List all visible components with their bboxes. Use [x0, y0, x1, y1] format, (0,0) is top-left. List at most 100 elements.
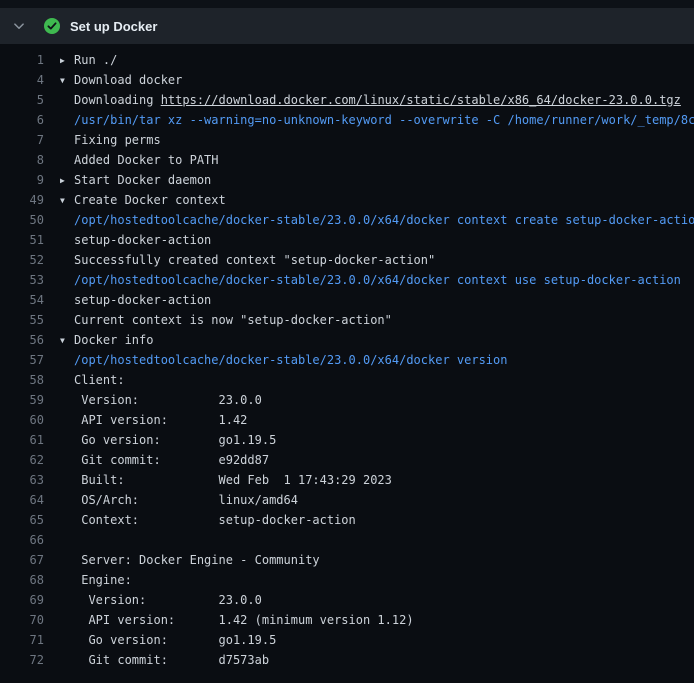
- log-line: 69 Version: 23.0.0: [0, 590, 694, 610]
- log-line: 71 Go version: go1.19.5: [0, 630, 694, 650]
- log-line-content: Current context is now "setup-docker-act…: [60, 310, 694, 330]
- log-text: Current context is now "setup-docker-act…: [74, 313, 392, 327]
- log-line: 66: [0, 530, 694, 550]
- line-number[interactable]: 60: [0, 410, 44, 430]
- triangle-right-icon[interactable]: ▶: [60, 51, 74, 70]
- line-number[interactable]: 50: [0, 210, 44, 230]
- log-text: setup-docker-action: [74, 233, 211, 247]
- log-text: Engine:: [74, 573, 132, 587]
- line-number[interactable]: 68: [0, 570, 44, 590]
- log-lines: 1▶Run ./4▼Download docker5Downloading ht…: [0, 50, 694, 670]
- log-text: Added Docker to PATH: [74, 153, 219, 167]
- log-line-content: setup-docker-action: [60, 290, 694, 310]
- triangle-right-icon[interactable]: ▶: [60, 171, 74, 190]
- line-number[interactable]: 5: [0, 90, 44, 110]
- chevron-down-icon[interactable]: [12, 19, 26, 33]
- line-number[interactable]: 67: [0, 550, 44, 570]
- log-line: 57/opt/hostedtoolcache/docker-stable/23.…: [0, 350, 694, 370]
- log-line-content: API version: 1.42: [60, 410, 694, 430]
- log-line: 50/opt/hostedtoolcache/docker-stable/23.…: [0, 210, 694, 230]
- step-header[interactable]: Set up Docker: [0, 8, 694, 44]
- line-number[interactable]: 61: [0, 430, 44, 450]
- log-text: Fixing perms: [74, 133, 161, 147]
- line-number[interactable]: 59: [0, 390, 44, 410]
- line-number[interactable]: 53: [0, 270, 44, 290]
- log-line: 72 Git commit: d7573ab: [0, 650, 694, 670]
- log-line-content: Version: 23.0.0: [60, 390, 694, 410]
- line-number[interactable]: 55: [0, 310, 44, 330]
- line-number[interactable]: 66: [0, 530, 44, 550]
- page-background-strip: [0, 0, 694, 8]
- log-line[interactable]: 1 ▶Run ./: [0, 50, 694, 70]
- line-number[interactable]: 7: [0, 130, 44, 150]
- line-number[interactable]: 71: [0, 630, 44, 650]
- line-number[interactable]: 1: [0, 50, 44, 70]
- log-line-content: Downloading https://download.docker.com/…: [60, 90, 694, 110]
- line-number[interactable]: 58: [0, 370, 44, 390]
- log-line: 64 OS/Arch: linux/amd64: [0, 490, 694, 510]
- line-number[interactable]: 57: [0, 350, 44, 370]
- log-line[interactable]: 9 ▶Start Docker daemon: [0, 170, 694, 190]
- log-text: Version: 23.0.0: [74, 593, 262, 607]
- log-text: API version: 1.42 (minimum version 1.12): [74, 613, 414, 627]
- line-number[interactable]: 4: [0, 70, 44, 90]
- line-number[interactable]: 6: [0, 110, 44, 130]
- log-line-content: Git commit: e92dd87: [60, 450, 694, 470]
- log-line-content: API version: 1.42 (minimum version 1.12): [60, 610, 694, 630]
- log-line-content: Go version: go1.19.5: [60, 630, 694, 650]
- log-text: Git commit: d7573ab: [74, 653, 269, 667]
- line-number[interactable]: 49: [0, 190, 44, 210]
- log-text: OS/Arch: linux/amd64: [74, 493, 298, 507]
- log-line-content: Client:: [60, 370, 694, 390]
- success-check-icon: [44, 18, 60, 34]
- line-number[interactable]: 65: [0, 510, 44, 530]
- line-number[interactable]: 9: [0, 170, 44, 190]
- line-number[interactable]: 56: [0, 330, 44, 350]
- line-number[interactable]: 51: [0, 230, 44, 250]
- log-text: Download docker: [74, 73, 182, 87]
- line-number[interactable]: 54: [0, 290, 44, 310]
- log-line: 63 Built: Wed Feb 1 17:43:29 2023: [0, 470, 694, 490]
- log-line-content: Git commit: d7573ab: [60, 650, 694, 670]
- log-line-content: Successfully created context "setup-dock…: [60, 250, 694, 270]
- line-number[interactable]: 52: [0, 250, 44, 270]
- log-text: Git commit: e92dd87: [74, 453, 269, 467]
- log-line-content: ▶Run ./: [60, 50, 694, 70]
- log-line[interactable]: 49 ▼Create Docker context: [0, 190, 694, 210]
- log-line: 53/opt/hostedtoolcache/docker-stable/23.…: [0, 270, 694, 290]
- triangle-down-icon[interactable]: ▼: [60, 331, 74, 350]
- log-line-content: /opt/hostedtoolcache/docker-stable/23.0.…: [60, 350, 694, 370]
- log-line-content: Version: 23.0.0: [60, 590, 694, 610]
- log-text: Client:: [74, 373, 125, 387]
- log-line[interactable]: 4 ▼Download docker: [0, 70, 694, 90]
- log-line-content: Built: Wed Feb 1 17:43:29 2023: [60, 470, 694, 490]
- line-number[interactable]: 70: [0, 610, 44, 630]
- log-line: 60 API version: 1.42: [0, 410, 694, 430]
- log-line-content: /opt/hostedtoolcache/docker-stable/23.0.…: [60, 210, 694, 230]
- log-line-content: ▶Start Docker daemon: [60, 170, 694, 190]
- log-line: 59 Version: 23.0.0: [0, 390, 694, 410]
- log-text: Successfully created context "setup-dock…: [74, 253, 435, 267]
- line-number[interactable]: 63: [0, 470, 44, 490]
- triangle-down-icon[interactable]: ▼: [60, 71, 74, 90]
- log-line-content: ▼Create Docker context: [60, 190, 694, 210]
- log-text: Go version: go1.19.5: [74, 633, 276, 647]
- log-line[interactable]: 56 ▼Docker info: [0, 330, 694, 350]
- log-line: 6/usr/bin/tar xz --warning=no-unknown-ke…: [0, 110, 694, 130]
- log-command-text: /opt/hostedtoolcache/docker-stable/23.0.…: [74, 273, 681, 287]
- log-line-content: Added Docker to PATH: [60, 150, 694, 170]
- line-number[interactable]: 8: [0, 150, 44, 170]
- triangle-down-icon[interactable]: ▼: [60, 191, 74, 210]
- log-text: Create Docker context: [74, 193, 226, 207]
- line-number[interactable]: 69: [0, 590, 44, 610]
- line-number[interactable]: 62: [0, 450, 44, 470]
- log-line-content: OS/Arch: linux/amd64: [60, 490, 694, 510]
- step-title: Set up Docker: [70, 19, 157, 34]
- line-number[interactable]: 72: [0, 650, 44, 670]
- log-line-content: ▼Docker info: [60, 330, 694, 350]
- log-command-text: /opt/hostedtoolcache/docker-stable/23.0.…: [74, 213, 694, 227]
- log-link[interactable]: https://download.docker.com/linux/static…: [161, 93, 681, 107]
- line-number[interactable]: 64: [0, 490, 44, 510]
- log-line-content: Context: setup-docker-action: [60, 510, 694, 530]
- log-line: 51 setup-docker-action: [0, 230, 694, 250]
